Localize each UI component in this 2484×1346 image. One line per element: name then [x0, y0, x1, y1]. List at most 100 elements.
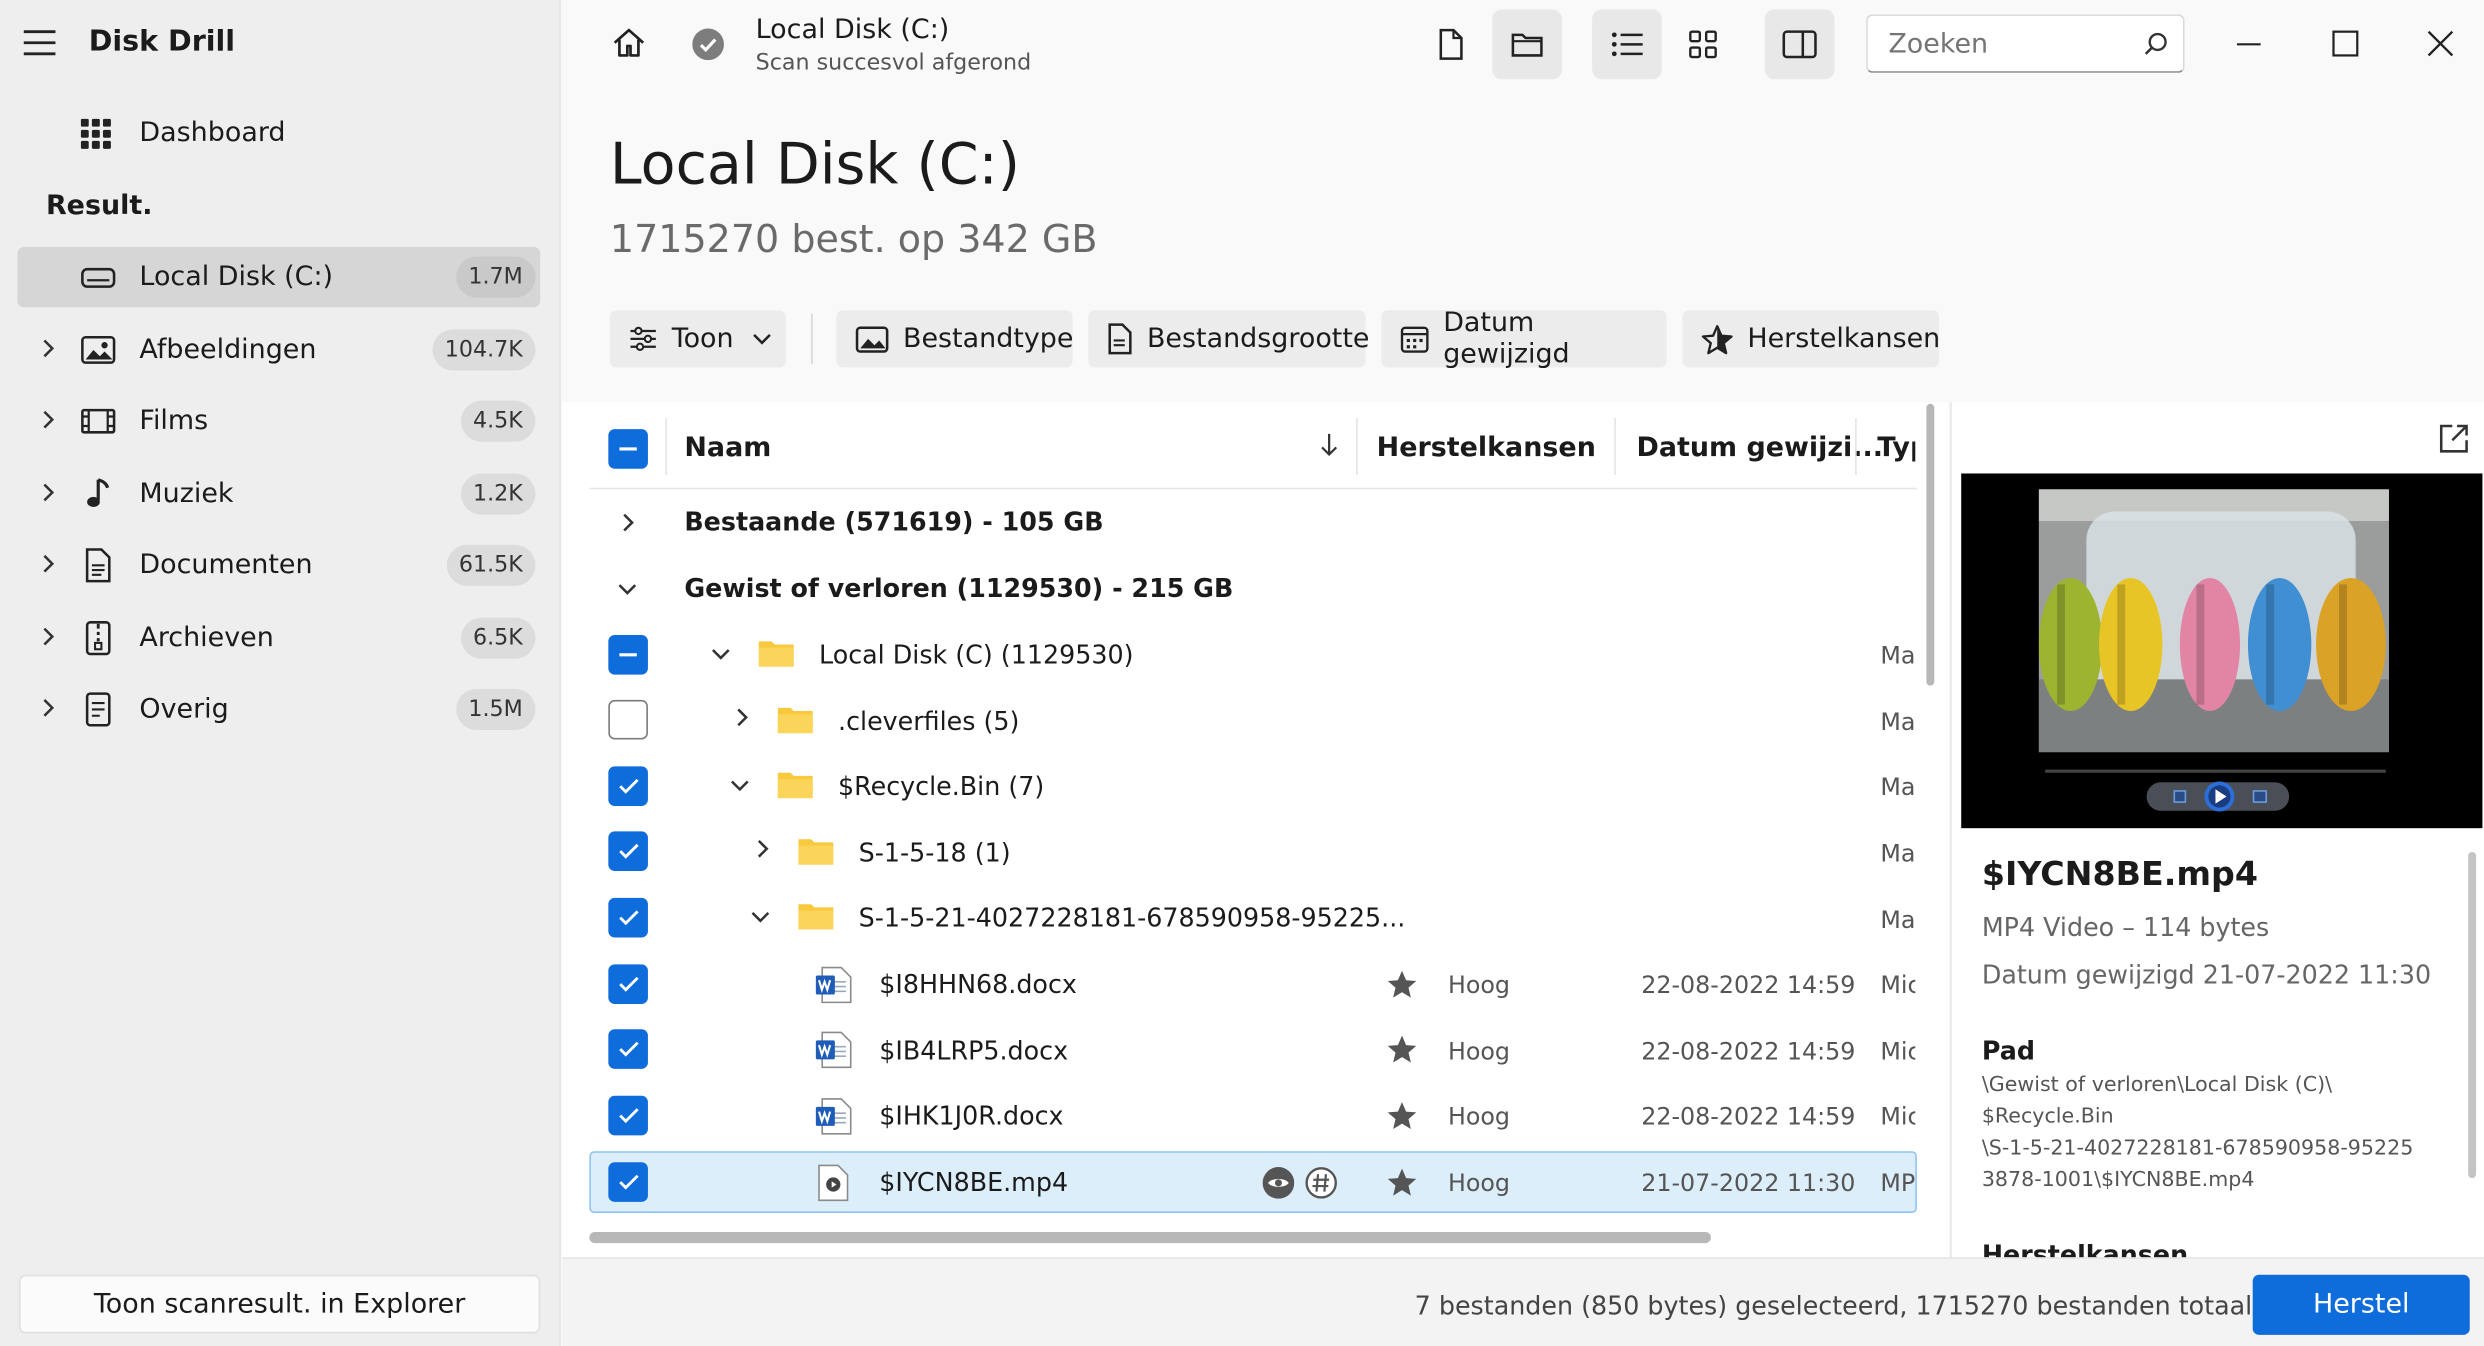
chevron-down-icon[interactable]: [729, 778, 751, 794]
table-row-name: S-1-5-21-4027228181-678590958-95225...: [858, 902, 1406, 933]
image-icon: [81, 336, 116, 365]
row-checkbox[interactable]: [608, 699, 648, 740]
chevron-down-icon[interactable]: [710, 646, 732, 662]
chevron-right-icon[interactable]: [40, 697, 56, 719]
chevron-down-icon[interactable]: [749, 909, 771, 925]
row-checkbox[interactable]: [608, 831, 648, 871]
row-checkbox[interactable]: [608, 1162, 648, 1202]
count-badge: 1.5M: [455, 688, 536, 731]
chevron-down-icon[interactable]: [616, 581, 638, 597]
group-existing[interactable]: Bestaande (571619) - 105 GB: [684, 507, 1103, 537]
filesize-filter-button[interactable]: Bestandsgrootte: [1088, 310, 1370, 368]
hash-icon[interactable]: [1305, 1167, 1337, 1199]
star-icon: [1701, 324, 1747, 354]
chevron-right-icon[interactable]: [40, 625, 56, 647]
column-header-name[interactable]: Naam: [684, 432, 771, 464]
chevron-right-icon[interactable]: [40, 337, 56, 359]
row-checkbox[interactable]: [608, 1095, 648, 1136]
table-horizontal-scrollbar[interactable]: [589, 1231, 1711, 1244]
preview-scrollbar[interactable]: [2468, 851, 2477, 1179]
close-icon[interactable]: [2427, 30, 2454, 57]
maximize-icon[interactable]: [2332, 30, 2359, 57]
date-filter-button[interactable]: Datum gewijzigd: [1381, 307, 1667, 371]
table-row-date: 22-08-2022 14:59: [1641, 1037, 1856, 1066]
word-document-icon: [814, 1031, 852, 1069]
sidebar-item-local-disk[interactable]: Local Disk (C:) 1.7M: [17, 247, 541, 308]
chevron-right-icon[interactable]: [40, 409, 56, 431]
preview-panel: $IYCN8BE.mp4 MP4 Video – 114 bytes Datum…: [1950, 402, 2484, 1258]
table-vertical-scrollbar[interactable]: [1926, 403, 1935, 686]
minimize-icon[interactable]: [2236, 43, 2262, 46]
drive-icon: [81, 264, 116, 289]
play-icon[interactable]: [2204, 781, 2236, 813]
row-checkbox[interactable]: [608, 1029, 648, 1069]
stop-icon[interactable]: [2173, 790, 2187, 803]
recover-button[interactable]: Herstel: [2252, 1274, 2470, 1335]
sidebar-item-music[interactable]: Muziek 1.2K: [17, 464, 540, 524]
archive-icon: [84, 621, 113, 656]
page-subtitle: 1715270 best. op 342 GB: [609, 216, 1098, 262]
next-icon[interactable]: [2252, 790, 2267, 803]
chevron-right-icon[interactable]: [619, 511, 635, 533]
table-row-recovery: Hoog: [1447, 970, 1510, 1000]
select-all-checkbox[interactable]: [608, 429, 648, 469]
table-row-type: Ma: [1880, 772, 1916, 802]
column-header-type[interactable]: Typ: [1877, 432, 1915, 464]
count-badge: 104.7K: [432, 329, 536, 371]
chevron-right-icon[interactable]: [40, 553, 56, 575]
film-icon: [81, 408, 116, 434]
sidebar-item-documents[interactable]: Documenten 61.5K: [17, 535, 540, 595]
search-icon[interactable]: [2143, 32, 2168, 57]
sidebar-item-dashboard[interactable]: Dashboard: [17, 103, 540, 163]
row-checkbox[interactable]: [608, 964, 648, 1004]
count-badge: 4.5K: [460, 400, 536, 442]
chevron-right-icon[interactable]: [733, 706, 749, 728]
grid-view-icon: [1689, 30, 1718, 59]
row-checkbox[interactable]: [608, 634, 648, 675]
hamburger-menu-icon[interactable]: [22, 29, 57, 58]
sort-arrow-down-icon[interactable]: [1320, 432, 1339, 457]
table-row-type: Ma: [1880, 839, 1916, 868]
row-checkbox[interactable]: [608, 766, 648, 807]
disk-title: Local Disk (C:): [755, 14, 950, 46]
document-icon: [84, 548, 113, 583]
preview-panel-toggle[interactable]: [1764, 9, 1835, 80]
video-seek-bar[interactable]: [2045, 769, 2386, 773]
list-icon: [1611, 32, 1643, 57]
sidebar-item-label: Dashboard: [139, 117, 286, 149]
preview-modified-date: Datum gewijzigd 21-07-2022 11:30: [1981, 959, 2432, 990]
sidebar-item-archives[interactable]: Archieven 6.5K: [17, 608, 540, 668]
sidebar-item-films[interactable]: Films 4.5K: [17, 391, 540, 451]
sidebar-item-other[interactable]: Overig 1.5M: [17, 679, 540, 739]
search-box[interactable]: [1866, 14, 2185, 73]
chevron-right-icon[interactable]: [40, 481, 56, 503]
list-view-button[interactable]: [1592, 9, 1662, 80]
folder-view-button[interactable]: [1492, 9, 1563, 80]
count-badge: 1.7M: [455, 256, 536, 298]
preview-eye-icon[interactable]: [1262, 1167, 1295, 1199]
table-row-name: $I8HHN68.docx: [879, 969, 1077, 1000]
grid-view-button[interactable]: [1668, 10, 1738, 80]
path-heading: Pad: [1981, 1035, 2035, 1066]
table-row-recovery: Hoog: [1447, 1102, 1510, 1131]
file-view-button[interactable]: [1416, 10, 1486, 80]
show-in-explorer-button[interactable]: Toon scanresult. in Explorer: [19, 1274, 541, 1334]
search-input[interactable]: [1867, 15, 2138, 72]
chevron-right-icon[interactable]: [754, 838, 770, 860]
folder-icon: [797, 836, 835, 866]
column-header-date[interactable]: Datum gewijzi...: [1636, 432, 1883, 464]
video-preview[interactable]: [1961, 473, 2483, 829]
sidebar-item-images[interactable]: Afbeeldingen 104.7K: [17, 320, 540, 380]
star-icon: [1386, 969, 1418, 999]
table-row-recovery: Hoog: [1447, 1168, 1510, 1198]
table-row-name: $IYCN8BE.mp4: [879, 1167, 1069, 1198]
column-header-recovery[interactable]: Herstelkansen: [1377, 432, 1596, 464]
open-external-icon[interactable]: [2438, 423, 2470, 455]
show-filter-dropdown[interactable]: Toon: [609, 310, 786, 368]
filetype-filter-button[interactable]: Bestandtype: [836, 310, 1073, 368]
recovery-filter-button[interactable]: Herstelkansen: [1682, 310, 1940, 368]
row-checkbox[interactable]: [608, 897, 648, 938]
group-deleted[interactable]: Gewist of verloren (1129530) - 215 GB: [684, 573, 1233, 603]
home-icon[interactable]: [611, 27, 646, 59]
table-row-name: $IHK1J0R.docx: [879, 1100, 1064, 1131]
